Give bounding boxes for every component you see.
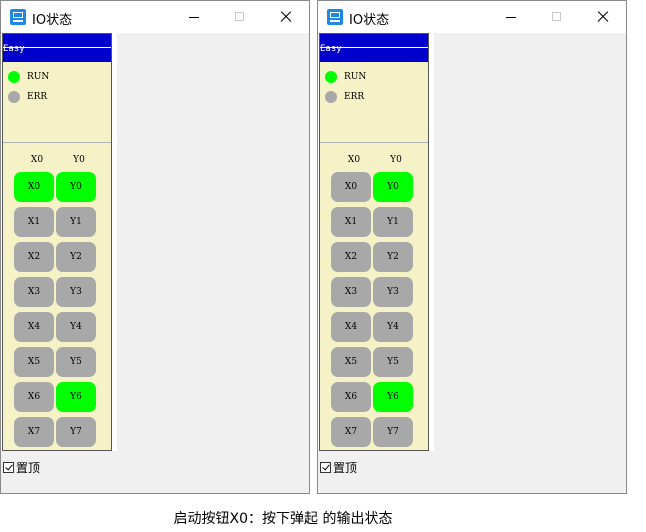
app-logo-icon: [10, 9, 26, 25]
pin-top-toggle[interactable]: 置顶: [320, 459, 357, 476]
caption-text: 启动按钮X0：按下弹起 的输出状态: [173, 511, 393, 527]
window-title: IO状态: [349, 13, 390, 28]
plc-panel: Easy RUN ERR X0 Y0 X0 X1 X2 X3 X4 X5 X6 X7 Y0 Y1 Y…: [2, 33, 112, 451]
inputs-column-header: X0: [30, 155, 44, 165]
run-label: RUN: [27, 72, 50, 82]
err-led-icon: [8, 91, 20, 103]
input-button-x1[interactable]: X1: [14, 207, 54, 237]
status-run: RUN: [325, 70, 366, 84]
output-button-y1[interactable]: Y1: [373, 207, 413, 237]
output-button-y3[interactable]: Y3: [56, 277, 96, 307]
maximize-icon: [552, 12, 561, 21]
outputs-column-header: Y0: [73, 155, 85, 165]
input-button-x0[interactable]: X0: [14, 172, 54, 202]
panel-divider: [320, 142, 428, 143]
pin-top-toggle[interactable]: 置顶: [3, 459, 40, 476]
easy-label: Easy: [320, 44, 342, 54]
output-button-y6[interactable]: Y6: [56, 382, 96, 412]
input-button-x7[interactable]: X7: [14, 417, 54, 447]
panel-divider: [3, 142, 111, 143]
io-status-window-right: IO状态 Easy RUN ERR X0 Y0 X0 X1 X2 X3 X4 X5 X6 X7…: [317, 0, 627, 494]
maximize-button[interactable]: [534, 1, 580, 33]
input-button-x0[interactable]: X0: [331, 172, 371, 202]
input-button-x6[interactable]: X6: [14, 382, 54, 412]
output-button-y2[interactable]: Y2: [56, 242, 96, 272]
output-button-y4[interactable]: Y4: [373, 312, 413, 342]
input-button-x1[interactable]: X1: [331, 207, 371, 237]
outputs-column-header: Y0: [390, 155, 402, 165]
output-button-y5[interactable]: Y5: [56, 347, 96, 377]
close-icon: [597, 11, 609, 23]
output-button-y7[interactable]: Y7: [373, 417, 413, 447]
app-logo-icon: [327, 9, 343, 25]
output-button-y3[interactable]: Y3: [373, 277, 413, 307]
plc-panel: Easy RUN ERR X0 Y0 X0 X1 X2 X3 X4 X5 X6 X7 Y0 Y1 Y…: [319, 33, 429, 451]
title-bar[interactable]: IO状态: [1, 1, 309, 33]
err-label: ERR: [27, 92, 48, 102]
output-button-y6[interactable]: Y6: [373, 382, 413, 412]
io-status-window-left: IO状态 Easy RUN ERR X0 Y0 X0 X1 X2 X3 X4 X5 X6 X7…: [0, 0, 310, 494]
maximize-button[interactable]: [217, 1, 263, 33]
output-button-y1[interactable]: Y1: [56, 207, 96, 237]
input-button-x4[interactable]: X4: [331, 312, 371, 342]
output-button-y2[interactable]: Y2: [373, 242, 413, 272]
input-button-x7[interactable]: X7: [331, 417, 371, 447]
easy-header-bar: Easy: [320, 34, 428, 62]
title-bar[interactable]: IO状态: [318, 1, 626, 33]
err-label: ERR: [344, 92, 365, 102]
output-button-y0[interactable]: Y0: [56, 172, 96, 202]
input-button-x4[interactable]: X4: [14, 312, 54, 342]
close-button[interactable]: [580, 1, 626, 33]
pin-top-label: 置顶: [333, 461, 358, 475]
maximize-icon: [235, 12, 244, 21]
run-label: RUN: [344, 72, 367, 82]
input-button-x6[interactable]: X6: [331, 382, 371, 412]
pin-top-checkbox[interactable]: [320, 462, 331, 473]
input-button-x5[interactable]: X5: [331, 347, 371, 377]
run-led-icon: [8, 71, 20, 83]
output-button-y7[interactable]: Y7: [56, 417, 96, 447]
err-led-icon: [325, 91, 337, 103]
close-icon: [280, 11, 292, 23]
status-err: ERR: [8, 90, 47, 104]
pin-top-checkbox[interactable]: [3, 462, 14, 473]
minimize-button[interactable]: [488, 1, 534, 33]
status-err: ERR: [325, 90, 364, 104]
easy-label: Easy: [3, 44, 25, 54]
close-button[interactable]: [263, 1, 309, 33]
input-button-x3[interactable]: X3: [331, 277, 371, 307]
minimize-icon: [506, 17, 516, 18]
pin-top-label: 置顶: [16, 461, 41, 475]
status-run: RUN: [8, 70, 49, 84]
input-button-x5[interactable]: X5: [14, 347, 54, 377]
input-button-x2[interactable]: X2: [331, 242, 371, 272]
input-button-x3[interactable]: X3: [14, 277, 54, 307]
input-button-x2[interactable]: X2: [14, 242, 54, 272]
output-button-y5[interactable]: Y5: [373, 347, 413, 377]
minimize-button[interactable]: [171, 1, 217, 33]
easy-header-bar: Easy: [3, 34, 111, 62]
minimize-icon: [189, 17, 199, 18]
window-title: IO状态: [32, 13, 73, 28]
inputs-column-header: X0: [347, 155, 361, 165]
run-led-icon: [325, 71, 337, 83]
output-button-y0[interactable]: Y0: [373, 172, 413, 202]
output-button-y4[interactable]: Y4: [56, 312, 96, 342]
